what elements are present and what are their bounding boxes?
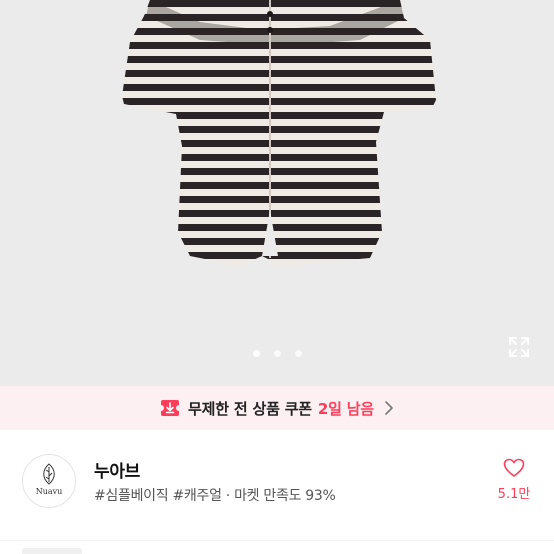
product-image <box>0 0 554 386</box>
next-section-stub <box>22 548 82 554</box>
carousel-dot[interactable] <box>273 350 281 357</box>
product-image-carousel[interactable] <box>0 0 554 386</box>
shop-logo-text: Nuavu <box>35 487 63 496</box>
shirt-button <box>267 11 273 17</box>
download-coupon-icon <box>160 399 180 417</box>
shirt-button <box>267 27 273 33</box>
coupon-label: 무제한 전 상품 쿠폰 <box>188 399 312 418</box>
shop-name[interactable]: 누아브 <box>94 457 140 482</box>
shop-info: Nuavu 누아브 #심플베이직 #캐주얼 · 마켓 만족도 93% 5.1만 <box>0 430 554 540</box>
heart-icon <box>503 458 525 478</box>
carousel-dot[interactable] <box>294 350 302 357</box>
coupon-days-left: 2일 남음 <box>317 399 374 418</box>
coupon-banner[interactable]: 무제한 전 상품 쿠폰 2일 남음 <box>0 386 554 430</box>
leaf-icon <box>39 462 59 486</box>
chevron-right-icon <box>384 400 394 416</box>
carousel-dot[interactable] <box>252 350 260 357</box>
carousel-indicator <box>0 350 554 357</box>
section-divider <box>0 540 554 554</box>
like-button[interactable]: 5.1만 <box>494 458 534 502</box>
shop-tags: #심플베이직 #캐주얼 · 마켓 만족도 93% <box>94 488 336 504</box>
like-count: 5.1만 <box>497 487 531 502</box>
expand-arrows-icon[interactable] <box>508 336 530 358</box>
shop-logo[interactable]: Nuavu <box>22 454 76 508</box>
